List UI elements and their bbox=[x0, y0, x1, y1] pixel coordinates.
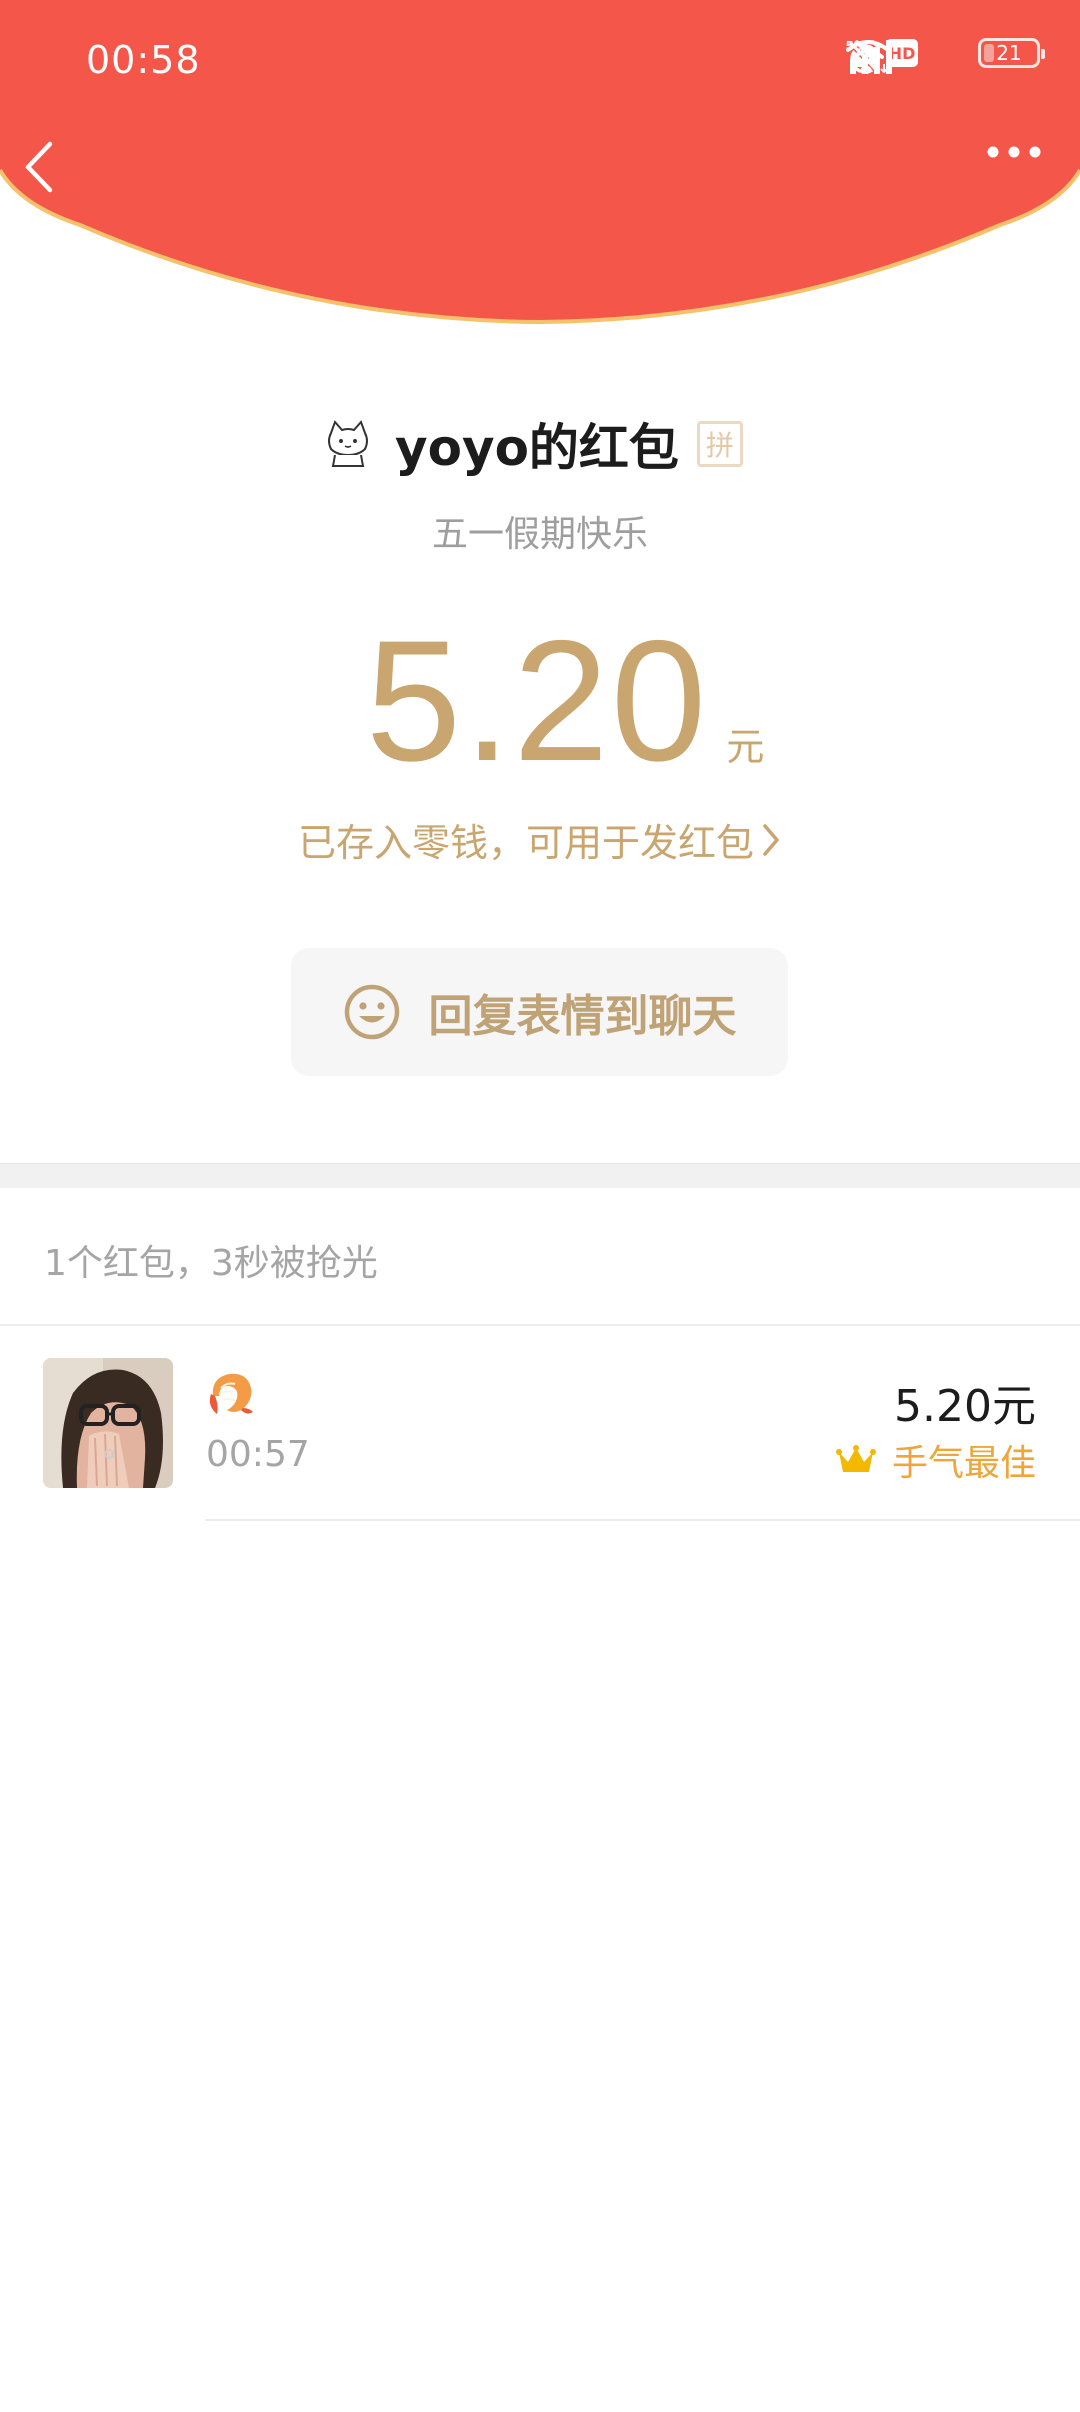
best-luck-badge: 手气最佳 bbox=[835, 1434, 1036, 1486]
shrimp-emoji-icon bbox=[209, 1373, 253, 1414]
section-divider bbox=[0, 1163, 1080, 1188]
battery-level: 21 bbox=[996, 41, 1022, 65]
greeting-message: 五一假期快乐 bbox=[431, 514, 648, 555]
best-luck-label: 手气最佳 bbox=[891, 1443, 1036, 1484]
sender-cat-avatar-icon bbox=[328, 420, 369, 467]
amount-unit: 元 bbox=[726, 725, 765, 769]
recipient-claim-time: 00:57 bbox=[206, 1434, 310, 1475]
sender-row: yoyo的红包 拼 bbox=[0, 408, 1080, 480]
more-button[interactable] bbox=[986, 145, 1056, 195]
status-bar: 00:58 HD 5G 21 bbox=[0, 0, 1080, 120]
amount-value: 5.20 bbox=[365, 605, 709, 797]
reply-sticker-label: 回复表情到聊天 bbox=[428, 991, 737, 1042]
battery-icon: 21 bbox=[978, 38, 1045, 68]
status-icons: HD 5G 21 bbox=[846, 38, 1045, 75]
chevron-right-icon bbox=[763, 823, 779, 856]
wallet-link[interactable]: 已存入零钱，可用于发红包 bbox=[0, 812, 1080, 867]
recipient-row[interactable]: 00:57 5.20元 手气最佳 bbox=[0, 1326, 1080, 1520]
sender-name: yoyo的红包 bbox=[395, 419, 679, 477]
red-envelope-header: 00:58 HD 5G 21 bbox=[0, 0, 1080, 330]
claim-summary: 1个红包，3秒被抢光 bbox=[44, 1243, 378, 1284]
more-dots-icon bbox=[987, 146, 1041, 158]
network-type-label: 5G bbox=[846, 38, 863, 53]
amount-row: 5.20 元 bbox=[0, 615, 1080, 787]
wallet-link-label: 已存入零钱，可用于发红包 bbox=[297, 821, 754, 865]
crown-icon bbox=[835, 1445, 876, 1472]
back-button[interactable] bbox=[22, 140, 82, 204]
recipient-row-divider bbox=[205, 1519, 1080, 1521]
reply-sticker-button[interactable]: 回复表情到聊天 bbox=[291, 948, 788, 1076]
status-time: 00:58 bbox=[86, 38, 201, 82]
smiley-icon bbox=[344, 984, 399, 1040]
recipient-avatar[interactable] bbox=[43, 1358, 173, 1488]
chevron-left-icon bbox=[25, 141, 53, 193]
group-pin-badge: 拼 bbox=[696, 421, 743, 467]
recipient-amount: 5.20元 bbox=[894, 1381, 1036, 1432]
